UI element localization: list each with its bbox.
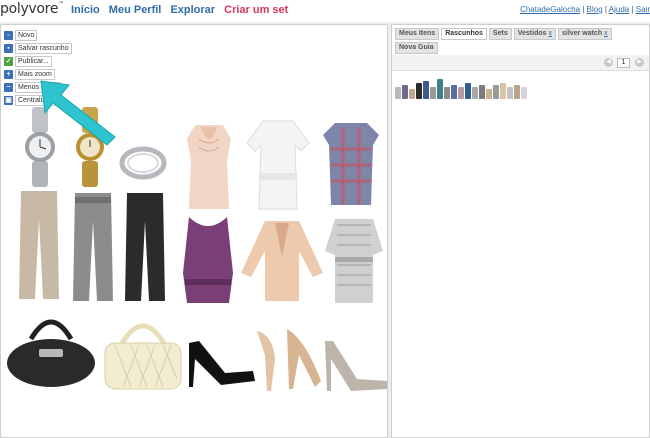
prev-page-icon[interactable]: ◀ xyxy=(604,58,613,67)
new-doc-icon: ▫ xyxy=(4,30,13,40)
draft-thumbnail[interactable] xyxy=(444,87,450,99)
nav-create-set-link[interactable]: Criar um set xyxy=(224,4,288,16)
grey-trousers-image[interactable] xyxy=(71,191,115,303)
taupe-pump-image[interactable] xyxy=(321,337,388,393)
menu-item-label: Novo xyxy=(15,29,38,41)
draft-thumbnail[interactable] xyxy=(430,87,436,99)
draft-thumbnail[interactable] xyxy=(514,85,520,99)
set-canvas[interactable]: ▫ Novo ▪ Salvar rascunho ✓ Publicar... +… xyxy=(0,24,388,438)
draft-thumbnail[interactable] xyxy=(521,87,527,99)
tab-my-items[interactable]: Meus Itens xyxy=(395,28,440,40)
draft-thumbnail[interactable] xyxy=(465,83,471,99)
silver-bracelet-image[interactable] xyxy=(119,143,167,183)
nav-profile-link[interactable]: Meu Perfil xyxy=(109,4,162,16)
menu-item-save-draft[interactable]: ▪ Salvar rascunho xyxy=(4,42,72,54)
zoom-out-icon: − xyxy=(4,82,13,92)
draft-thumbnail[interactable] xyxy=(479,85,485,99)
next-page-icon[interactable]: ▶ xyxy=(635,58,644,67)
save-disk-icon: ▪ xyxy=(4,43,13,53)
draft-thumbnail[interactable] xyxy=(507,87,513,99)
menu-item-label: Salvar rascunho xyxy=(15,42,72,54)
menu-item-publish[interactable]: ✓ Publicar... xyxy=(4,55,72,67)
black-patent-heel-image[interactable] xyxy=(185,335,257,389)
polyvore-logo[interactable]: polyvore™ xyxy=(0,1,64,17)
draft-thumbnail[interactable] xyxy=(500,83,506,99)
draft-thumbnails xyxy=(395,79,527,99)
publish-check-icon: ✓ xyxy=(4,56,13,66)
page-number[interactable]: 1 xyxy=(617,58,630,68)
close-tab-icon[interactable]: x xyxy=(549,30,553,37)
nav-home-link[interactable]: Início xyxy=(71,4,100,16)
tab-silver-watch[interactable]: silver watch x xyxy=(558,28,612,40)
panel-tabs: Meus Itens Rascunhos Sets Vestidos x silv… xyxy=(395,28,648,56)
center-icon: ▣ xyxy=(4,95,13,105)
plaid-blouse-image[interactable] xyxy=(321,119,381,207)
nav-explore-link[interactable]: Explorar xyxy=(170,4,215,16)
peach-blouse-image[interactable] xyxy=(239,217,325,303)
draft-thumbnail[interactable] xyxy=(409,89,415,99)
purple-top-image[interactable] xyxy=(179,213,237,305)
menu-item-label: Publicar... xyxy=(15,55,52,67)
beige-trousers-image[interactable] xyxy=(17,189,61,301)
black-trousers-image[interactable] xyxy=(123,191,167,303)
pink-ruffle-blouse-image[interactable] xyxy=(181,121,237,211)
draft-thumbnail[interactable] xyxy=(423,81,429,99)
draft-thumbnail[interactable] xyxy=(437,79,443,99)
logout-link[interactable]: Sair xyxy=(636,5,650,14)
draft-thumbnail[interactable] xyxy=(486,89,492,99)
user-links: ChatadeGalocha | Blog | Ajuda | Sair xyxy=(520,5,650,14)
tab-sets[interactable]: Sets xyxy=(488,28,512,40)
striped-wrap-top-image[interactable] xyxy=(323,215,385,305)
draft-thumbnail[interactable] xyxy=(395,87,401,99)
pointing-arrow-icon xyxy=(40,80,116,146)
draft-thumbnail[interactable] xyxy=(402,85,408,99)
cream-quilted-bag-image[interactable] xyxy=(101,309,185,393)
menu-item-label: Mais zoom xyxy=(15,68,55,80)
draft-thumbnail[interactable] xyxy=(493,85,499,99)
zoom-in-icon: + xyxy=(4,69,13,79)
draft-thumbnail[interactable] xyxy=(472,87,478,99)
nude-heels-image[interactable] xyxy=(253,325,325,395)
close-tab-icon[interactable]: x xyxy=(604,30,608,37)
draft-thumbnail[interactable] xyxy=(451,85,457,99)
black-handbag-image[interactable] xyxy=(5,309,97,389)
top-bar: polyvore™ Início Meu Perfil Explorar Cri… xyxy=(0,0,650,22)
username-link[interactable]: ChatadeGalocha xyxy=(520,5,580,14)
blog-link[interactable]: Blog xyxy=(587,5,603,14)
item-browser-panel: Meus Itens Rascunhos Sets Vestidos x silv… xyxy=(391,24,650,438)
tab-drafts[interactable]: Rascunhos xyxy=(441,28,487,40)
help-link[interactable]: Ajuda xyxy=(609,5,629,14)
draft-thumbnail[interactable] xyxy=(458,87,464,99)
menu-item-new[interactable]: ▫ Novo xyxy=(4,29,72,41)
tab-new-tab[interactable]: Nova Guia xyxy=(395,42,438,54)
draft-thumbnail[interactable] xyxy=(416,83,422,99)
white-blouse-image[interactable] xyxy=(245,117,311,213)
pager-bar: ◀ 1 ▶ xyxy=(392,55,649,71)
main-nav: Início Meu Perfil Explorar Criar um set xyxy=(71,4,294,16)
tab-dresses[interactable]: Vestidos x xyxy=(513,28,557,40)
